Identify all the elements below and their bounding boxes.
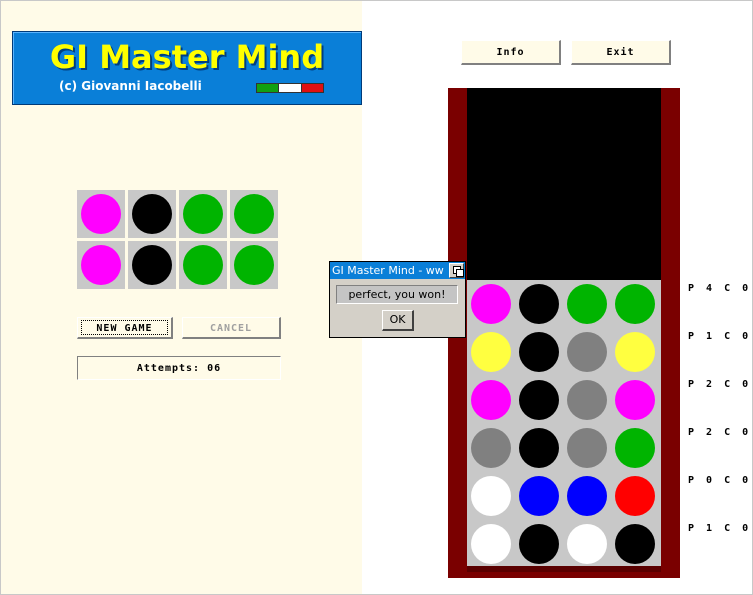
guess-peg-black[interactable] bbox=[519, 332, 559, 372]
exit-label: Exit bbox=[606, 47, 635, 58]
guess-peg-black[interactable] bbox=[615, 524, 655, 564]
row-score: P 2 C 0 bbox=[688, 379, 752, 390]
guess-peg-magenta[interactable] bbox=[471, 380, 511, 420]
solution-peg-black bbox=[132, 245, 172, 285]
guess-peg-red[interactable] bbox=[615, 476, 655, 516]
new-game-button[interactable]: NEW GAME bbox=[77, 317, 173, 339]
row-score: P 0 C 0 bbox=[688, 475, 752, 486]
flag-stripe-green bbox=[257, 84, 280, 92]
row-score: P 1 C 0 bbox=[688, 331, 752, 342]
guess-peg-magenta[interactable] bbox=[471, 284, 511, 324]
solution-grid bbox=[77, 190, 279, 290]
solution-cell bbox=[230, 241, 278, 289]
solution-cell bbox=[128, 190, 176, 238]
row-score: P 4 C 0 bbox=[688, 283, 752, 294]
app-title: GI Master Mind bbox=[49, 38, 325, 76]
solution-cell bbox=[179, 190, 227, 238]
board-empty-area bbox=[467, 88, 661, 280]
italian-flag-icon bbox=[256, 83, 324, 93]
exit-button[interactable]: Exit bbox=[571, 40, 671, 65]
guess-peg-magenta[interactable] bbox=[615, 380, 655, 420]
copyright-text: (c) Giovanni Iacobelli bbox=[59, 79, 202, 93]
info-label: Info bbox=[496, 47, 525, 58]
guess-peg-black[interactable] bbox=[519, 380, 559, 420]
guess-peg-white[interactable] bbox=[471, 476, 511, 516]
row-score: P 2 C 0 bbox=[688, 427, 752, 438]
ok-button[interactable]: OK bbox=[382, 310, 414, 331]
flag-stripe-red bbox=[301, 84, 323, 92]
guess-peg-green[interactable] bbox=[615, 284, 655, 324]
restore-icon-front bbox=[456, 269, 464, 277]
board-base bbox=[467, 566, 661, 572]
guess-peg-grey[interactable] bbox=[471, 428, 511, 468]
title-banner: GI Master Mind (c) Giovanni Iacobelli bbox=[12, 31, 362, 105]
game-board bbox=[448, 88, 680, 578]
guess-peg-blue[interactable] bbox=[519, 476, 559, 516]
cancel-button[interactable]: CANCEL bbox=[182, 317, 281, 339]
restore-icon[interactable] bbox=[449, 263, 464, 278]
guess-peg-black[interactable] bbox=[519, 284, 559, 324]
dialog-title: GI Master Mind - ww bbox=[330, 262, 465, 279]
cancel-label: CANCEL bbox=[209, 323, 253, 334]
solution-peg-green bbox=[183, 194, 223, 234]
guess-peg-green[interactable] bbox=[615, 428, 655, 468]
info-button[interactable]: Info bbox=[461, 40, 561, 65]
guess-peg-yellow[interactable] bbox=[471, 332, 511, 372]
focus-ring bbox=[81, 320, 168, 335]
guess-peg-white[interactable] bbox=[471, 524, 511, 564]
guess-peg-grey[interactable] bbox=[567, 380, 607, 420]
solution-cell bbox=[128, 241, 176, 289]
solution-peg-green bbox=[234, 245, 274, 285]
solution-cell bbox=[230, 190, 278, 238]
guess-peg-blue[interactable] bbox=[567, 476, 607, 516]
guess-peg-grey[interactable] bbox=[567, 428, 607, 468]
solution-peg-green bbox=[234, 194, 274, 234]
solution-peg-magenta bbox=[81, 194, 121, 234]
guess-peg-black[interactable] bbox=[519, 428, 559, 468]
solution-cell bbox=[77, 190, 125, 238]
guess-peg-white[interactable] bbox=[567, 524, 607, 564]
dialog-message: perfect, you won! bbox=[336, 285, 458, 304]
attempts-counter: Attempts: 06 bbox=[77, 356, 281, 380]
row-score: P 1 C 0 bbox=[688, 523, 752, 534]
solution-peg-green bbox=[183, 245, 223, 285]
solution-peg-black bbox=[132, 194, 172, 234]
solution-cell bbox=[77, 241, 125, 289]
win-dialog: GI Master Mind - ww perfect, you won! OK bbox=[329, 261, 466, 338]
flag-stripe-white bbox=[279, 84, 302, 92]
guess-peg-yellow[interactable] bbox=[615, 332, 655, 372]
solution-peg-magenta bbox=[81, 245, 121, 285]
solution-cell bbox=[179, 241, 227, 289]
guess-peg-grey[interactable] bbox=[567, 332, 607, 372]
guess-grid bbox=[467, 280, 661, 566]
guess-peg-green[interactable] bbox=[567, 284, 607, 324]
guess-peg-black[interactable] bbox=[519, 524, 559, 564]
